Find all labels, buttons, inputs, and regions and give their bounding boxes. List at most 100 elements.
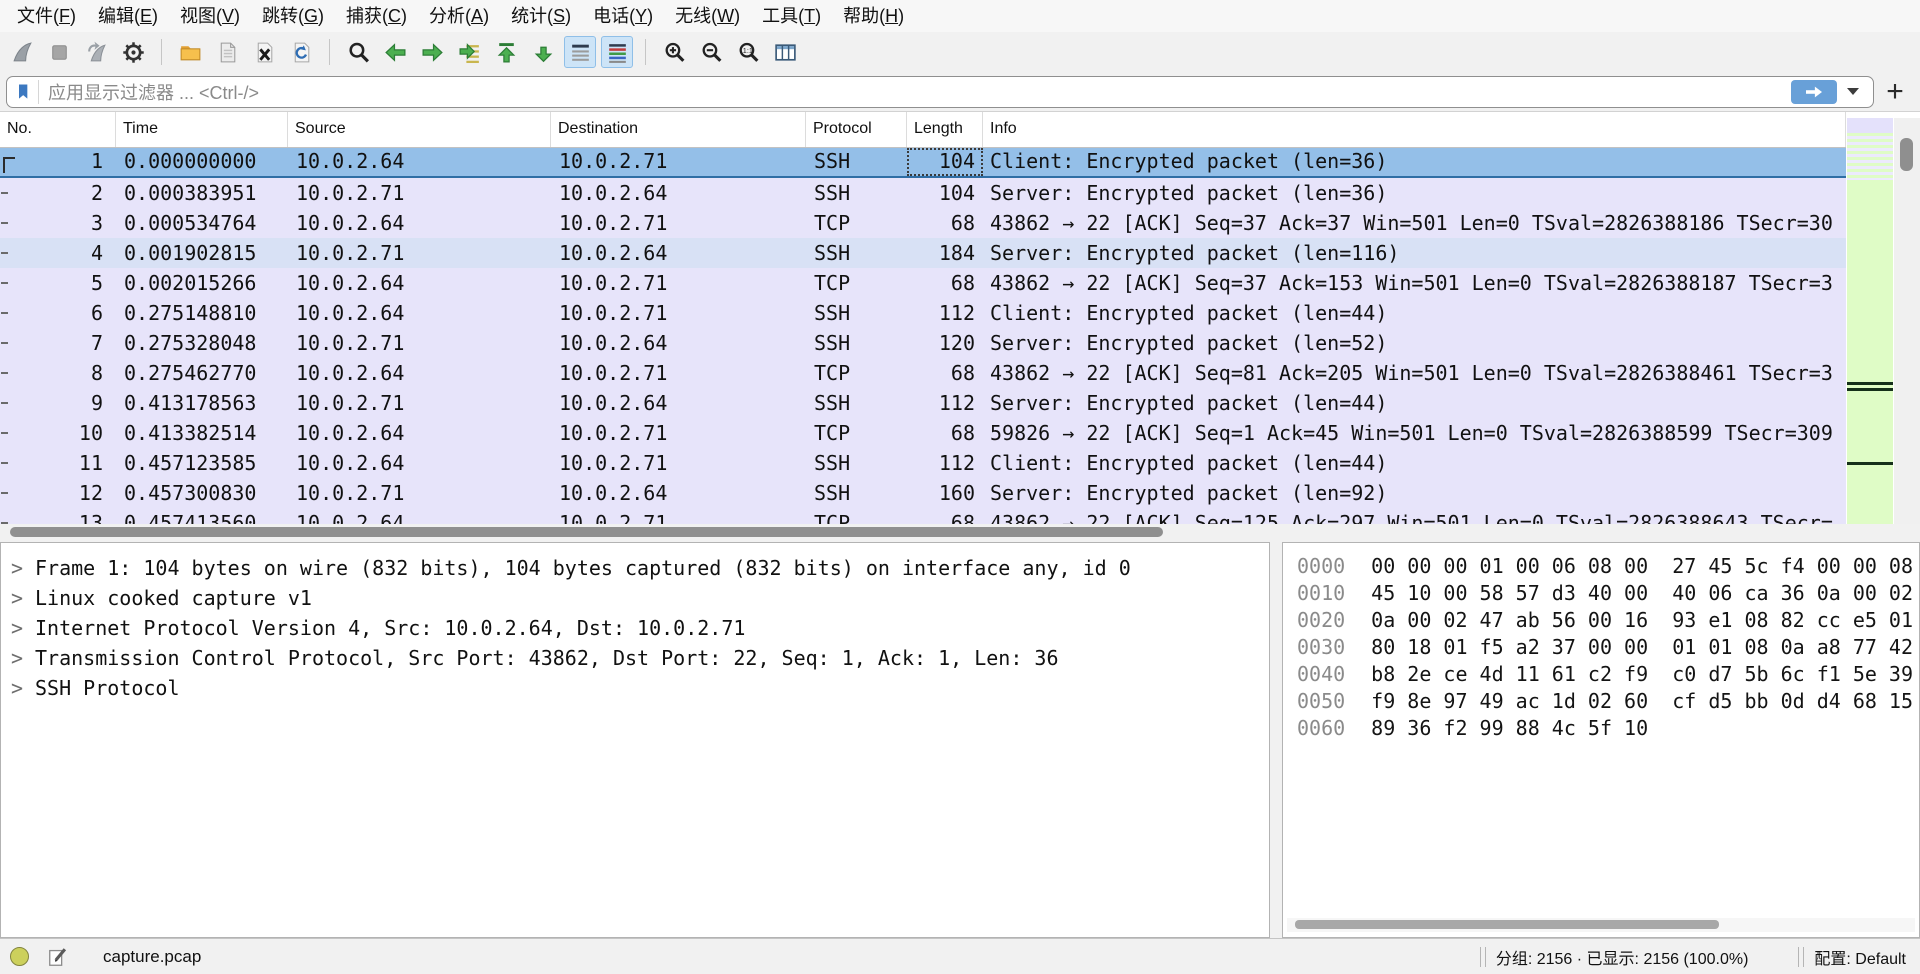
hex-row-0000[interactable]: 000000 00 00 01 00 06 08 00 27 45 5c f4 … xyxy=(1283,553,1919,580)
zoom-in-button[interactable] xyxy=(658,36,690,68)
packet-list-horizontal-scrollbar[interactable] xyxy=(0,524,1920,540)
cell-destination: 10.0.2.64 xyxy=(551,388,806,418)
detail-line-1[interactable]: >Frame 1: 104 bytes on wire (832 bits), … xyxy=(1,553,1269,583)
packet-row-8[interactable]: 80.27546277010.0.2.6410.0.2.71TCP6843862… xyxy=(0,358,1846,388)
vertical-scroll-thumb[interactable] xyxy=(1900,138,1913,171)
packet-row-12[interactable]: 120.45730083010.0.2.7110.0.2.64SSH160Ser… xyxy=(0,478,1846,508)
filter-bookmark-icon[interactable] xyxy=(10,80,39,104)
expand-chevron-icon[interactable]: > xyxy=(11,553,35,583)
packet-list-minimap[interactable] xyxy=(1847,118,1893,524)
detail-line-3[interactable]: >Internet Protocol Version 4, Src: 10.0.… xyxy=(1,613,1269,643)
menu-wireless[interactable]: 无线(W) xyxy=(664,0,751,32)
menu-edit[interactable]: 编辑(E) xyxy=(87,0,169,32)
cell-source: 10.0.2.64 xyxy=(288,508,551,524)
packet-row-4[interactable]: 40.00190281510.0.2.7110.0.2.64SSH184Serv… xyxy=(0,238,1846,268)
zoom-out-icon xyxy=(699,40,724,65)
expand-chevron-icon[interactable]: > xyxy=(11,643,35,673)
colorize-button[interactable] xyxy=(601,36,633,68)
hex-row-0020[interactable]: 00200a 00 02 47 ab 56 00 16 93 e1 08 82 … xyxy=(1283,607,1919,634)
hex-row-0050[interactable]: 0050f9 8e 97 49 ac 1d 02 60 cf d5 bb 0d … xyxy=(1283,688,1919,715)
column-header-time[interactable]: Time xyxy=(116,112,288,147)
start-capture-fin-button xyxy=(6,36,38,68)
menu-tools[interactable]: 工具(T) xyxy=(751,0,832,32)
column-header-info[interactable]: Info xyxy=(983,112,1846,147)
packet-list-vertical-scrollbar[interactable] xyxy=(1894,118,1920,524)
open-file-button[interactable] xyxy=(174,36,206,68)
packet-row-1[interactable]: 10.00000000010.0.2.6410.0.2.71SSH104Clie… xyxy=(0,148,1846,178)
go-to-packet-button[interactable] xyxy=(453,36,485,68)
menu-statistics[interactable]: 统计(S) xyxy=(500,0,582,32)
cell-protocol: TCP xyxy=(806,358,907,388)
capture-options-button[interactable] xyxy=(117,36,149,68)
go-back-button[interactable] xyxy=(379,36,411,68)
detail-line-4[interactable]: >Transmission Control Protocol, Src Port… xyxy=(1,643,1269,673)
column-header-destination[interactable]: Destination xyxy=(551,112,806,147)
toolbar-separator xyxy=(329,39,330,65)
cell-source: 10.0.2.64 xyxy=(288,208,551,238)
auto-scroll-button[interactable] xyxy=(564,36,596,68)
menu-help[interactable]: 帮助(H) xyxy=(832,0,915,32)
go-last-packet-button[interactable] xyxy=(527,36,559,68)
packet-row-5[interactable]: 50.00201526610.0.2.6410.0.2.71TCP6843862… xyxy=(0,268,1846,298)
expand-chevron-icon[interactable]: > xyxy=(11,673,35,703)
hex-row-0030[interactable]: 003080 18 01 f5 a2 37 00 00 01 01 08 0a … xyxy=(1283,634,1919,661)
display-filter-input[interactable]: 应用显示过滤器 ... <Ctrl-/> xyxy=(6,76,1874,108)
find-packet-button[interactable] xyxy=(342,36,374,68)
hex-offset: 0040 xyxy=(1283,662,1345,686)
close-file-button[interactable] xyxy=(248,36,280,68)
expert-info-icon[interactable] xyxy=(10,947,29,966)
detail-line-2[interactable]: >Linux cooked capture v1 xyxy=(1,583,1269,613)
svg-text:1:1: 1:1 xyxy=(742,46,752,55)
cell-source: 10.0.2.64 xyxy=(288,148,551,176)
hex-row-0010[interactable]: 001045 10 00 58 57 d3 40 00 40 06 ca 36 … xyxy=(1283,580,1919,607)
filter-apply-button[interactable] xyxy=(1791,80,1837,104)
profile-indicator[interactable]: 配置: Default xyxy=(1814,945,1906,969)
menu-analyze[interactable]: 分析(A) xyxy=(418,0,500,32)
column-header-source[interactable]: Source xyxy=(288,112,551,147)
resize-columns-button[interactable] xyxy=(769,36,801,68)
menu-telephony[interactable]: 电话(Y) xyxy=(582,0,664,32)
zoom-out-button[interactable] xyxy=(695,36,727,68)
column-header-length[interactable]: Length xyxy=(907,112,983,147)
cell-destination: 10.0.2.71 xyxy=(551,358,806,388)
expand-chevron-icon[interactable]: > xyxy=(11,583,35,613)
menu-go[interactable]: 跳转(G) xyxy=(251,0,335,32)
expand-chevron-icon[interactable]: > xyxy=(11,613,35,643)
pane-splitter[interactable] xyxy=(1270,542,1282,938)
hex-row-0060[interactable]: 006089 36 f2 99 88 4c 5f 10 xyxy=(1283,715,1919,742)
filter-dropdown-chevron-icon[interactable] xyxy=(1847,88,1859,95)
reload-file-button[interactable] xyxy=(285,36,317,68)
filter-add-button[interactable]: + xyxy=(1880,77,1910,107)
packet-bytes-pane: 000000 00 00 01 00 06 08 00 27 45 5c f4 … xyxy=(1282,542,1920,938)
go-forward-button[interactable] xyxy=(416,36,448,68)
packet-row-7[interactable]: 70.27532804810.0.2.7110.0.2.64SSH120Serv… xyxy=(0,328,1846,358)
hex-horizontal-scrollbar[interactable] xyxy=(1287,918,1915,932)
packet-row-3[interactable]: 30.00053476410.0.2.6410.0.2.71TCP6843862… xyxy=(0,208,1846,238)
cell-source: 10.0.2.71 xyxy=(288,328,551,358)
menu-capture[interactable]: 捕获(C) xyxy=(335,0,418,32)
packet-row-2[interactable]: 20.00038395110.0.2.7110.0.2.64SSH104Serv… xyxy=(0,178,1846,208)
detail-line-5[interactable]: >SSH Protocol xyxy=(1,673,1269,703)
menu-view[interactable]: 视图(V) xyxy=(169,0,251,32)
zoom-in-icon xyxy=(662,40,687,65)
restart-capture-icon xyxy=(84,40,109,65)
packet-row-10[interactable]: 100.41338251410.0.2.6410.0.2.71TCP685982… xyxy=(0,418,1846,448)
edit-capture-comment-icon[interactable] xyxy=(47,946,69,968)
hex-scroll-thumb[interactable] xyxy=(1295,920,1719,929)
column-header-no[interactable]: No. xyxy=(0,112,116,147)
zoom-reset-button[interactable]: 1:1 xyxy=(732,36,764,68)
capture-filename[interactable]: capture.pcap xyxy=(103,947,201,967)
cell-length: 68 xyxy=(907,358,983,388)
go-first-packet-button[interactable] xyxy=(490,36,522,68)
hex-row-0040[interactable]: 0040b8 2e ce 4d 11 61 c2 f9 c0 d7 5b 6c … xyxy=(1283,661,1919,688)
column-header-protocol[interactable]: Protocol xyxy=(806,112,907,147)
status-bar: capture.pcap 分组: 2156 · 已显示: 2156 (100.0… xyxy=(0,938,1920,974)
cell-time: 0.275462770 xyxy=(116,358,288,388)
packet-row-9[interactable]: 90.41317856310.0.2.7110.0.2.64SSH112Serv… xyxy=(0,388,1846,418)
cell-time: 0.000534764 xyxy=(116,208,288,238)
packet-row-6[interactable]: 60.27514881010.0.2.6410.0.2.71SSH112Clie… xyxy=(0,298,1846,328)
menu-file[interactable]: 文件(F) xyxy=(6,0,87,32)
packet-row-13[interactable]: 130.45741356010.0.2.6410.0.2.71TCP684386… xyxy=(0,508,1846,524)
packet-row-11[interactable]: 110.45712358510.0.2.6410.0.2.71SSH112Cli… xyxy=(0,448,1846,478)
horizontal-scroll-thumb[interactable] xyxy=(10,527,1163,537)
